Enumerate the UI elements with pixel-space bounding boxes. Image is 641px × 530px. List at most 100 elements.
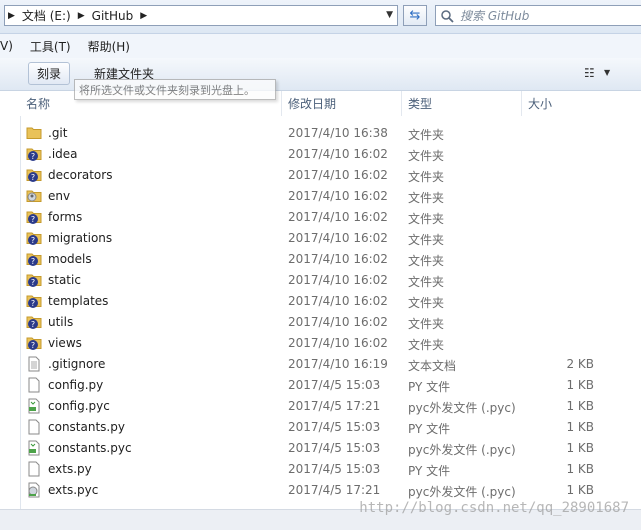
file-name[interactable]: models bbox=[48, 252, 92, 266]
file-size: 1 KB bbox=[566, 378, 594, 392]
file-date: 2017/4/10 16:02 bbox=[288, 147, 388, 161]
search-placeholder: 搜索 GitHub bbox=[460, 9, 530, 23]
breadcrumb-arrow-icon[interactable]: ▶ bbox=[75, 11, 88, 21]
file-name[interactable]: utils bbox=[48, 315, 73, 329]
address-bar-area: ▶ 文档 (E:) ▶ GitHub ▶ ▼ ⇆ 搜索 GitHub bbox=[0, 0, 641, 34]
pyc-file-icon bbox=[26, 398, 42, 414]
file-row[interactable]: config.pyc 2017/4/5 17:21 pyc外发文件 (.pyc) 1 … bbox=[20, 396, 641, 417]
file-type: 文本文档 bbox=[408, 359, 457, 373]
column-type-header[interactable]: 类型 bbox=[402, 91, 522, 116]
svg-text:?: ? bbox=[31, 152, 35, 161]
breadcrumb-arrow-icon[interactable]: ▶ bbox=[137, 11, 150, 21]
file-row[interactable]: exts.pyc 2017/4/5 17:21 pyc外发文件 (.pyc) 1 KB bbox=[20, 480, 641, 501]
svg-text:?: ? bbox=[31, 341, 35, 350]
folder-conflict-icon: ? bbox=[26, 146, 42, 162]
breadcrumb-arrow-icon[interactable]: ▶ bbox=[5, 11, 18, 21]
file-name[interactable]: forms bbox=[48, 210, 82, 224]
file-name[interactable]: decorators bbox=[48, 168, 112, 182]
file-row[interactable]: env 2017/4/10 16:02 文件夹 bbox=[20, 186, 641, 207]
file-date: 2017/4/10 16:02 bbox=[288, 210, 388, 224]
file-name[interactable]: .idea bbox=[48, 147, 78, 161]
file-type: 文件夹 bbox=[408, 317, 445, 331]
view-dropdown-icon[interactable]: ▼ bbox=[604, 68, 610, 77]
file-row[interactable]: ? forms 2017/4/10 16:02 文件夹 bbox=[20, 207, 641, 228]
pyc-user-file-icon bbox=[26, 482, 42, 498]
folder-user-icon bbox=[26, 188, 42, 204]
file-row[interactable]: ? models 2017/4/10 16:02 文件夹 bbox=[20, 249, 641, 270]
file-type: PY 文件 bbox=[408, 464, 451, 478]
file-date: 2017/4/10 16:02 bbox=[288, 336, 388, 350]
file-name[interactable]: static bbox=[48, 273, 81, 287]
file-date: 2017/4/10 16:02 bbox=[288, 315, 388, 329]
file-name[interactable]: exts.py bbox=[48, 462, 92, 476]
menu-bar: V) 工具(T) 帮助(H) bbox=[0, 34, 641, 58]
address-bar[interactable]: ▶ 文档 (E:) ▶ GitHub ▶ ▼ bbox=[4, 5, 398, 26]
file-type: PY 文件 bbox=[408, 380, 451, 394]
file-type: 文件夹 bbox=[408, 170, 445, 184]
file-type: pyc外发文件 (.pyc) bbox=[408, 401, 516, 415]
breadcrumb-drive[interactable]: 文档 (E:) bbox=[18, 7, 75, 24]
folder-conflict-icon: ? bbox=[26, 272, 42, 288]
file-row[interactable]: ? views 2017/4/10 16:02 文件夹 bbox=[20, 333, 641, 354]
file-name[interactable]: templates bbox=[48, 294, 108, 308]
search-icon bbox=[441, 9, 454, 23]
file-row[interactable]: constants.py 2017/4/5 15:03 PY 文件 1 KB bbox=[20, 417, 641, 438]
file-icon bbox=[26, 377, 42, 393]
svg-text:?: ? bbox=[31, 278, 35, 287]
folder-conflict-icon: ? bbox=[26, 167, 42, 183]
file-type: 文件夹 bbox=[408, 338, 445, 352]
address-dropdown-icon[interactable]: ▼ bbox=[386, 10, 393, 20]
file-row[interactable]: ? .idea 2017/4/10 16:02 文件夹 bbox=[20, 144, 641, 165]
file-date: 2017/4/5 15:03 bbox=[288, 462, 381, 476]
file-type: pyc外发文件 (.pyc) bbox=[408, 443, 516, 457]
file-row[interactable]: config.py 2017/4/5 15:03 PY 文件 1 KB bbox=[20, 375, 641, 396]
view-options-icon[interactable]: ☷ bbox=[584, 66, 595, 80]
file-type: PY 文件 bbox=[408, 422, 451, 436]
file-size: 1 KB bbox=[566, 483, 594, 497]
menu-tools[interactable]: 工具(T) bbox=[30, 38, 71, 55]
svg-text:?: ? bbox=[31, 173, 35, 182]
refresh-button[interactable]: ⇆ bbox=[403, 5, 427, 26]
file-name[interactable]: views bbox=[48, 336, 82, 350]
file-date: 2017/4/5 15:03 bbox=[288, 441, 381, 455]
file-name[interactable]: .gitignore bbox=[48, 357, 105, 371]
file-date: 2017/4/10 16:02 bbox=[288, 231, 388, 245]
burn-button[interactable]: 刻录 bbox=[28, 62, 71, 85]
svg-text:?: ? bbox=[31, 236, 35, 245]
file-name[interactable]: config.py bbox=[48, 378, 103, 392]
folder-icon bbox=[26, 125, 42, 141]
search-input[interactable]: 搜索 GitHub bbox=[435, 5, 641, 26]
watermark: http://blog.csdn.net/qq_28901687 bbox=[359, 500, 629, 516]
navigation-pane[interactable] bbox=[0, 91, 21, 509]
file-row[interactable]: .gitignore 2017/4/10 16:19 文本文档 2 KB bbox=[20, 354, 641, 375]
burn-tooltip: 将所选文件或文件夹刻录到光盘上。 bbox=[74, 79, 276, 100]
file-row[interactable]: ? utils 2017/4/10 16:02 文件夹 bbox=[20, 312, 641, 333]
file-name[interactable]: constants.py bbox=[48, 420, 125, 434]
file-name[interactable]: config.pyc bbox=[48, 399, 110, 413]
file-name[interactable]: exts.pyc bbox=[48, 483, 98, 497]
folder-conflict-icon: ? bbox=[26, 335, 42, 351]
file-name[interactable]: .git bbox=[48, 126, 67, 140]
folder-conflict-icon: ? bbox=[26, 293, 42, 309]
file-name[interactable]: constants.pyc bbox=[48, 441, 132, 455]
folder-conflict-icon: ? bbox=[26, 209, 42, 225]
file-name[interactable]: env bbox=[48, 189, 70, 203]
file-date: 2017/4/5 17:21 bbox=[288, 483, 381, 497]
text-file-icon bbox=[26, 356, 42, 372]
file-type: 文件夹 bbox=[408, 191, 445, 205]
file-row[interactable]: ? decorators 2017/4/10 16:02 文件夹 bbox=[20, 165, 641, 186]
column-size-header[interactable]: 大小 bbox=[522, 91, 641, 116]
file-row[interactable]: ? templates 2017/4/10 16:02 文件夹 bbox=[20, 291, 641, 312]
file-row[interactable]: constants.pyc 2017/4/5 15:03 pyc外发文件 (.pyc… bbox=[20, 438, 641, 459]
file-row[interactable]: exts.py 2017/4/5 15:03 PY 文件 1 KB bbox=[20, 459, 641, 480]
menu-help[interactable]: 帮助(H) bbox=[88, 38, 130, 55]
menu-view[interactable]: V) bbox=[0, 39, 13, 53]
file-row[interactable]: .git 2017/4/10 16:38 文件夹 bbox=[20, 123, 641, 144]
file-row[interactable]: ? migrations 2017/4/10 16:02 文件夹 bbox=[20, 228, 641, 249]
file-name[interactable]: migrations bbox=[48, 231, 112, 245]
svg-text:?: ? bbox=[31, 299, 35, 308]
file-row[interactable]: ? static 2017/4/10 16:02 文件夹 bbox=[20, 270, 641, 291]
breadcrumb-folder[interactable]: GitHub bbox=[88, 9, 138, 23]
column-date-header[interactable]: 修改日期 bbox=[282, 91, 402, 116]
file-icon bbox=[26, 461, 42, 477]
